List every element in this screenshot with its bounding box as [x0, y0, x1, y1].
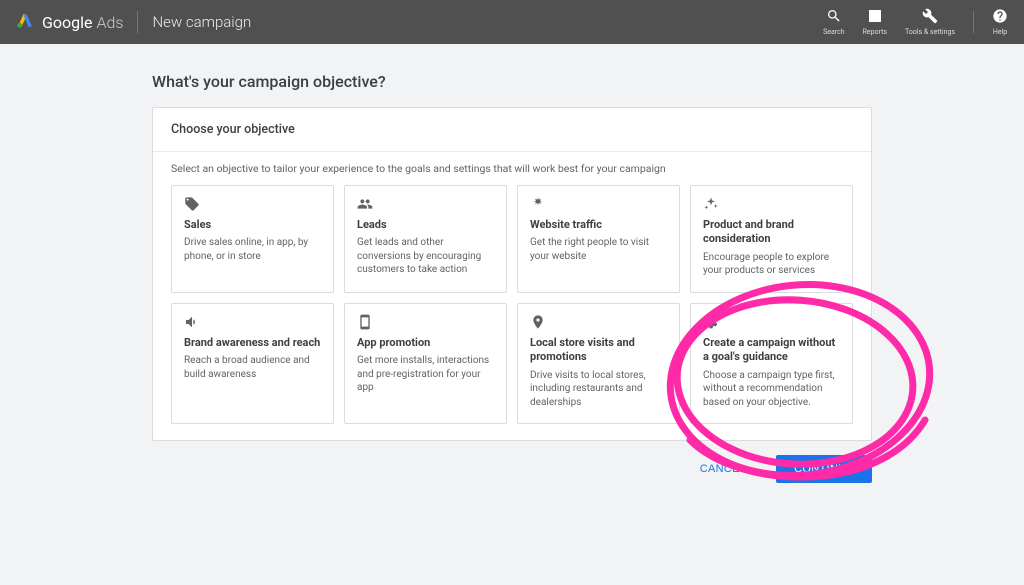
card-body: Select an objective to tailor your exper…: [153, 152, 871, 440]
logo-area: Google Ads: [16, 11, 123, 33]
objective-title: App promotion: [357, 336, 494, 350]
objective-app-promotion[interactable]: App promotion Get more installs, interac…: [344, 303, 507, 424]
cancel-button[interactable]: Cancel: [682, 455, 764, 483]
objective-card: Choose your objective Select an objectiv…: [152, 107, 872, 441]
search-button[interactable]: Search: [823, 8, 845, 36]
objective-title: Create a campaign without a goal's guida…: [703, 336, 840, 365]
wrench-icon: [922, 8, 938, 26]
objective-leads[interactable]: Leads Get leads and other conversions by…: [344, 185, 507, 293]
header-actions: Search Reports Tools & settings Help: [823, 8, 1008, 36]
objective-product-brand-consideration[interactable]: Product and brand consideration Encourag…: [690, 185, 853, 293]
google-ads-logo-icon: [16, 11, 34, 33]
card-title: Choose your objective: [153, 108, 871, 152]
card-helper-text: Select an objective to tailor your exper…: [171, 162, 853, 175]
objective-title: Brand awareness and reach: [184, 336, 321, 350]
reports-label: Reports: [863, 28, 887, 36]
app-header: Google Ads New campaign Search Reports T…: [0, 0, 1024, 44]
objective-desc: Get more installs, interactions and pre-…: [357, 354, 494, 395]
help-button[interactable]: Help: [992, 8, 1008, 36]
objective-local-store-visits[interactable]: Local store visits and promotions Drive …: [517, 303, 680, 424]
header-divider: [137, 11, 138, 33]
search-icon: [826, 8, 842, 26]
objective-title: Local store visits and promotions: [530, 336, 667, 365]
main-content: What's your campaign objective? Choose y…: [0, 44, 1024, 495]
help-icon: [992, 8, 1008, 26]
objective-desc: Drive sales online, in app, by phone, or…: [184, 236, 321, 263]
brand-primary: Google: [42, 13, 93, 32]
continue-button[interactable]: Continue: [776, 455, 872, 483]
tools-label: Tools & settings: [905, 28, 955, 36]
reports-icon: [867, 8, 883, 26]
page-heading: What's your campaign objective?: [152, 72, 872, 91]
objective-title: Sales: [184, 218, 321, 232]
objective-title: Website traffic: [530, 218, 667, 232]
objective-desc: Encourage people to explore your product…: [703, 251, 840, 278]
objective-brand-awareness-reach[interactable]: Brand awareness and reach Reach a broad …: [171, 303, 334, 424]
header-divider-2: [973, 11, 974, 33]
search-label: Search: [823, 28, 845, 36]
megaphone-icon: [184, 314, 200, 330]
objective-title: Product and brand consideration: [703, 218, 840, 247]
objectives-grid: Sales Drive sales online, in app, by pho…: [171, 185, 853, 424]
gear-icon: [703, 314, 719, 330]
help-label: Help: [993, 28, 1007, 36]
people-icon: [357, 196, 373, 212]
objective-desc: Reach a broad audience and build awarene…: [184, 354, 321, 381]
location-pin-icon: [530, 314, 546, 330]
smartphone-icon: [357, 314, 373, 330]
objective-desc: Choose a campaign type first, without a …: [703, 369, 840, 410]
objective-desc: Get leads and other conversions by encou…: [357, 236, 494, 277]
brand-secondary: Ads: [96, 13, 123, 32]
tag-icon: [184, 196, 200, 212]
tools-settings-button[interactable]: Tools & settings: [905, 8, 955, 36]
click-icon: [530, 196, 546, 212]
brand-text: Google Ads: [42, 13, 123, 32]
objective-sales[interactable]: Sales Drive sales online, in app, by pho…: [171, 185, 334, 293]
objective-website-traffic[interactable]: Website traffic Get the right people to …: [517, 185, 680, 293]
sparkle-icon: [703, 196, 719, 212]
objective-title: Leads: [357, 218, 494, 232]
reports-button[interactable]: Reports: [863, 8, 887, 36]
objective-desc: Get the right people to visit your websi…: [530, 236, 667, 263]
objective-desc: Drive visits to local stores, including …: [530, 369, 667, 410]
page-title: New campaign: [152, 13, 251, 31]
action-bar: Cancel Continue: [152, 455, 872, 483]
objective-no-goal[interactable]: Create a campaign without a goal's guida…: [690, 303, 853, 424]
